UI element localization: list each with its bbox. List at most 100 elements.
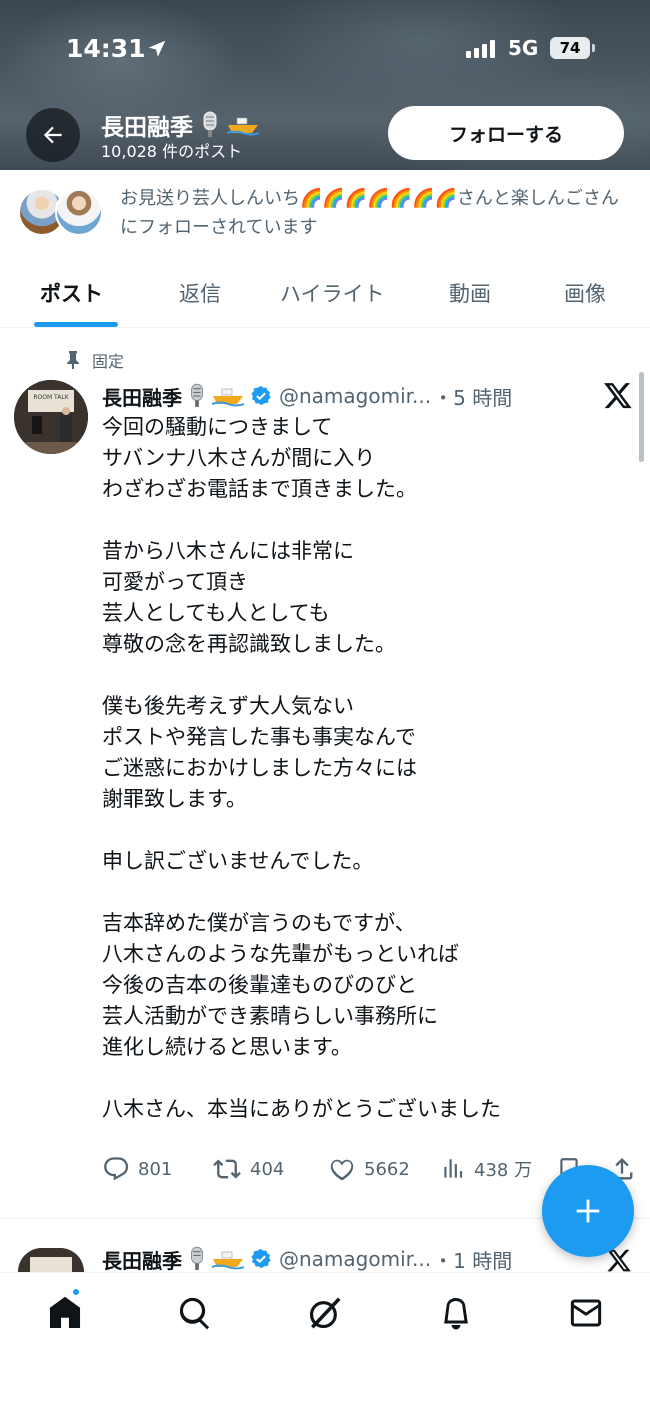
x-logo-icon[interactable] (603, 380, 633, 410)
compose-plus-icon (576, 1199, 600, 1223)
messages-icon (570, 1299, 602, 1327)
post-body-line: 申し訳ございませんでした。 (102, 849, 374, 873)
battery-tip (592, 44, 595, 52)
boat-emoji (212, 1251, 244, 1270)
post-body-line: 八木さん、本当にありがとうございました (102, 1097, 501, 1121)
post-time: ・5 時間 (433, 385, 513, 410)
post-body-line: 八木さんのような先輩がもっといれば (102, 942, 459, 966)
post-body-line: ポストや発言した事も事実なんで (102, 725, 416, 749)
post-body-line: 謝罪致します。 (102, 787, 247, 811)
followed-by-text: お見送り芸人しんいち🌈🌈🌈🌈🌈🌈🌈さんと楽しんごさんにフォローされています (120, 188, 619, 238)
reply-button[interactable]: 801 (102, 1155, 172, 1183)
post-header: 長田融季 @namagomir... ・1 時間 (102, 1245, 512, 1273)
views-button[interactable]: 438 万 (440, 1155, 532, 1183)
like-count: 5662 (364, 1158, 410, 1180)
post-body-line: 吉本辞めた僕が言うのもですが、 (102, 911, 416, 935)
nav-messages[interactable] (564, 1291, 608, 1335)
post-body-gap (102, 877, 602, 908)
author-avatar[interactable]: ROOM TALK (14, 380, 88, 454)
follower-avatar (55, 188, 103, 236)
post-body-line: 昔から八木さんには非常に (102, 539, 354, 563)
pinned-indicator: 固定 (66, 348, 124, 372)
pinned-label: 固定 (92, 352, 125, 371)
back-button[interactable] (26, 108, 80, 162)
post-body-gap (102, 815, 602, 846)
post-author-name[interactable]: 長田融季 (102, 382, 182, 411)
avatar-image (18, 1248, 84, 1272)
post-author-name[interactable]: 長田融季 (102, 1245, 182, 1273)
search-icon (179, 1297, 210, 1330)
post-time: ・1 時間 (433, 1248, 513, 1273)
repost-button[interactable]: 404 (212, 1155, 284, 1183)
boat-emoji (212, 388, 244, 407)
post-body-line: 可愛がって頂き (102, 570, 248, 594)
follow-button[interactable]: フォローする (388, 106, 624, 160)
microphone-emoji (203, 111, 217, 137)
profile-banner: 14:31 5G 74 長田融季 10,028 件のポスト フォローする (0, 0, 650, 170)
post-body-line: 芸人活動ができ素晴らしい事務所に (102, 1004, 438, 1028)
post-handle: @namagomir... (279, 384, 432, 408)
scrollbar[interactable] (639, 372, 644, 462)
microphone-emoji (191, 1246, 203, 1270)
reply-count: 801 (138, 1158, 173, 1180)
status-time: 14:31 (66, 34, 146, 63)
tab-highlights[interactable]: ハイライト (280, 278, 385, 308)
grok-icon (309, 1297, 341, 1329)
pin-icon (67, 351, 79, 369)
verified-badge-icon (251, 1248, 271, 1269)
repost-count: 404 (250, 1158, 285, 1180)
nav-grok[interactable] (303, 1291, 347, 1335)
post-body-line: わざわざお電話まで頂きました。 (102, 477, 417, 501)
repost-icon (213, 1159, 241, 1179)
boat-emoji (227, 117, 259, 136)
bottom-navigation (0, 1272, 650, 1409)
post-body: 今回の騒動につきましてサバンナ八木さんが間に入りわざわざお電話まで頂きました。昔… (102, 412, 602, 1125)
microphone-emoji (191, 383, 203, 407)
profile-tabs: ポスト 返信 ハイライト 動画 画像 (0, 262, 650, 328)
post-body-line: ご迷惑におかけしました方々には (102, 756, 417, 780)
header-profile-name: 長田融季 (101, 108, 259, 142)
tab-media[interactable]: 画像 (564, 278, 606, 308)
post-body-gap (102, 505, 602, 536)
followers-you-know[interactable]: お見送り芸人しんいち🌈🌈🌈🌈🌈🌈🌈さんと楽しんごさんにフォローされています (0, 176, 650, 246)
home-icon (49, 1296, 81, 1329)
nav-search[interactable] (173, 1291, 217, 1335)
post-body-line: 今回の騒動につきまして (102, 415, 333, 439)
battery-icon: 74 (550, 37, 590, 59)
active-tab-indicator (34, 322, 118, 327)
header-posts-count: 10,028 件のポスト (101, 142, 243, 161)
tab-posts[interactable]: ポスト (40, 278, 103, 308)
post-body-gap (102, 660, 602, 691)
nav-notifications[interactable] (434, 1291, 478, 1335)
avatar-image: ROOM TALK (14, 380, 88, 454)
back-arrow-icon (43, 126, 62, 144)
post-body-line: 今後の吉本の後輩達ものびのびと (102, 973, 417, 997)
svg-text:ROOM TALK: ROOM TALK (33, 394, 69, 401)
tab-replies[interactable]: 返信 (179, 278, 221, 308)
nav-home[interactable] (43, 1287, 87, 1335)
location-arrow-icon (148, 40, 166, 57)
post-body-gap (102, 1063, 602, 1094)
signal-icon (466, 40, 495, 58)
header-name-text: 長田融季 (101, 115, 193, 141)
reply-icon (104, 1157, 129, 1181)
compose-button[interactable] (542, 1165, 634, 1257)
post-body-line: サバンナ八木さんが間に入り (102, 446, 376, 470)
home-notification-dot (71, 1287, 81, 1297)
post-header: 長田融季 @namagomir... ・5 時間 (102, 381, 512, 411)
post-body-line: 進化し続けると思います。 (102, 1035, 352, 1059)
views-count: 438 万 (474, 1160, 533, 1181)
tab-videos[interactable]: 動画 (449, 278, 491, 308)
like-icon (330, 1159, 354, 1181)
post-handle: @namagomir... (279, 1247, 432, 1271)
author-avatar[interactable] (18, 1248, 84, 1272)
network-type: 5G (508, 36, 539, 60)
status-bar: 14:31 5G 74 (0, 30, 650, 70)
post-body-line: 僕も後先考えず大人気ない (102, 694, 354, 718)
like-button[interactable]: 5662 (328, 1155, 410, 1183)
post-body-line: 尊敬の念を再認識致しました。 (102, 632, 396, 656)
views-icon (444, 1159, 463, 1178)
post-body-line: 芸人としても人としても (102, 601, 330, 625)
notifications-icon (444, 1298, 468, 1330)
verified-badge-icon (251, 385, 271, 406)
